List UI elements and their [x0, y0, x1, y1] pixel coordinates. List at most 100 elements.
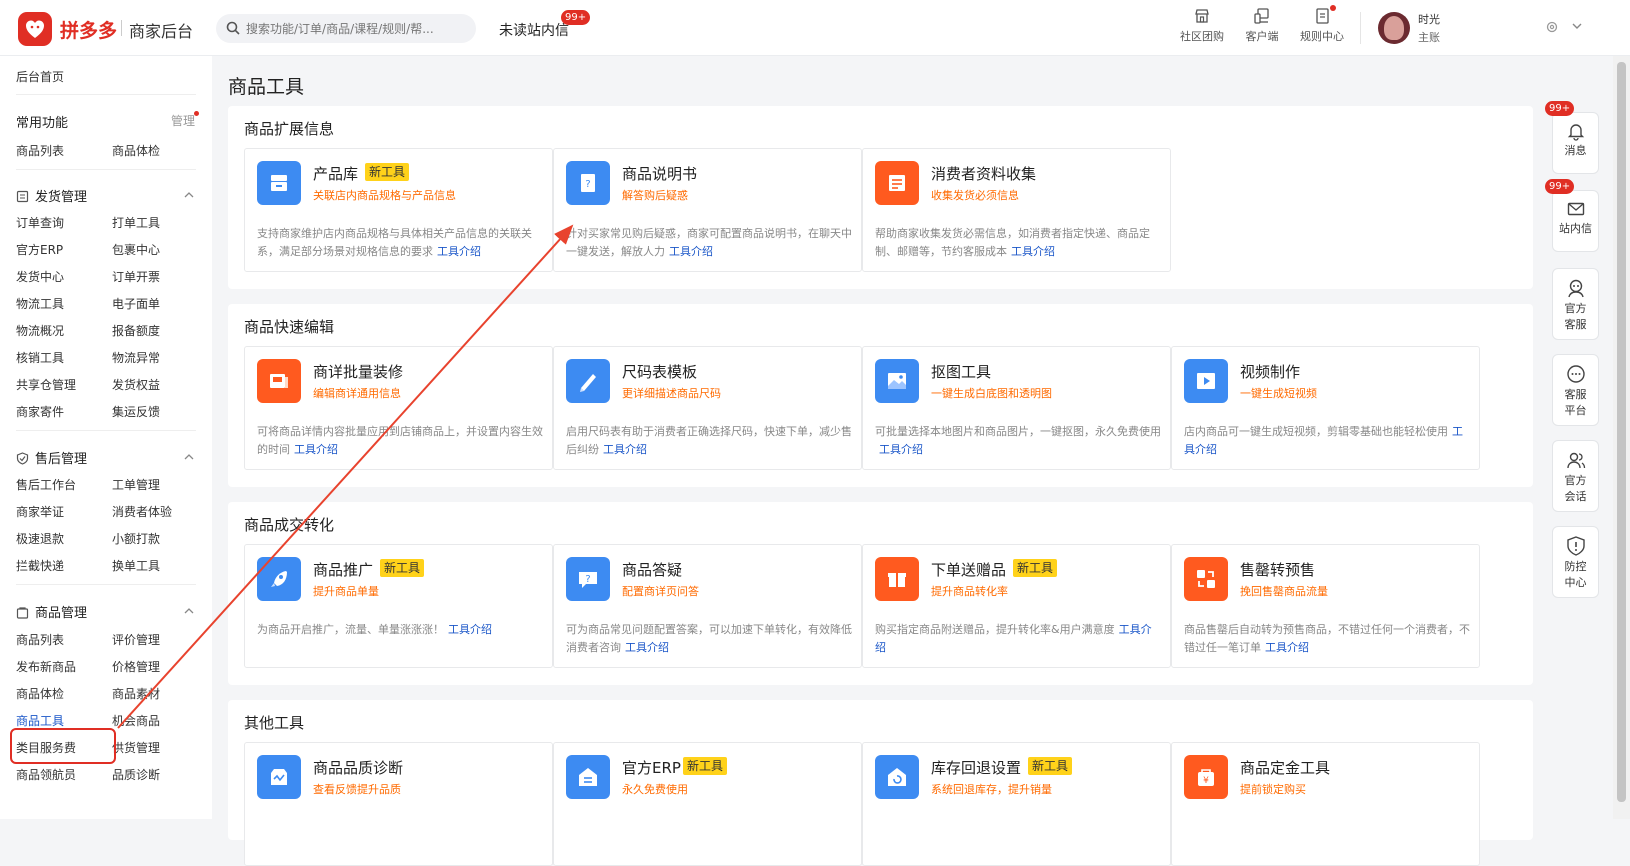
community-group-link[interactable]: 社区团购	[1172, 7, 1232, 44]
tool-intro-link[interactable]: 工具介绍	[603, 443, 647, 456]
sidebar-item[interactable]: 商品领航员	[16, 766, 76, 783]
official-service-button[interactable]: 官方客服	[1552, 268, 1599, 340]
section-after-sales-title[interactable]: 售后管理	[16, 448, 87, 467]
tool-name: 下单送赠品	[931, 561, 1007, 579]
sidebar-item[interactable]: 共享仓管理	[16, 376, 76, 393]
section-shipping-title[interactable]: 发货管理	[16, 186, 87, 205]
messages-button[interactable]: 99+ 消息	[1545, 101, 1599, 174]
tool-card-product-library[interactable]: 产品库 新工具 关联店内商品规格与产品信息 支持商家维护店内商品规格与具体相关产…	[244, 148, 553, 272]
sidebar-item[interactable]: 商家寄件	[16, 403, 64, 420]
tool-card-cutout[interactable]: 抠图工具 一键生成白底图和透明图 可批量选择本地图片和商品图片，一键抠图，永久免…	[862, 346, 1171, 470]
sidebar-item[interactable]: 集运反馈	[112, 403, 160, 420]
tool-name: 抠图工具	[931, 363, 992, 381]
sidebar-item[interactable]: 订单查询	[16, 214, 64, 231]
sidebar-item[interactable]: 电子面单	[112, 295, 160, 312]
sidebar-item[interactable]: 消费者体验	[112, 503, 172, 520]
chevron-up-icon[interactable]	[184, 190, 194, 200]
sidebar-item[interactable]: 商家举证	[16, 503, 64, 520]
tool-card-stock-return[interactable]: 库存回退设置 新工具 系统回退库存，提升销量	[862, 742, 1171, 866]
sidebar-item[interactable]: 打单工具	[112, 214, 160, 231]
user-name[interactable]: 时光	[1418, 11, 1440, 27]
scrollbar[interactable]	[1613, 56, 1630, 819]
tool-description: 商品售罄后自动转为预售商品，不错过任何一个消费者，不错过任一笔订单 工具介绍	[1184, 621, 1471, 657]
unread-messages-link[interactable]: 未读站内信	[499, 20, 569, 40]
avatar[interactable]	[1378, 12, 1410, 44]
brand-name[interactable]: 拼多多	[60, 16, 117, 43]
sidebar-home-link[interactable]: 后台首页	[16, 68, 64, 85]
sidebar-item[interactable]: 发布新商品	[16, 658, 76, 675]
sidebar-item[interactable]: 商品体检	[112, 142, 160, 159]
search-input[interactable]	[246, 18, 470, 39]
chevron-down-icon[interactable]	[1571, 20, 1583, 32]
search-box[interactable]	[216, 14, 476, 43]
tool-intro-link[interactable]: 工具介绍	[294, 443, 338, 456]
tool-card-deposit[interactable]: ¥ 商品定金工具 提前锁定购买	[1171, 742, 1480, 866]
sidebar-item[interactable]: 工单管理	[112, 476, 160, 493]
sidebar-item[interactable]: 发货中心	[16, 268, 64, 285]
rules-center-link[interactable]: 规则中心	[1292, 7, 1352, 44]
tool-card-promotion[interactable]: 商品推广 新工具 提升商品单量 为商品开启推广，流量、单量涨涨涨！ 工具介绍	[244, 544, 553, 668]
sidebar-item[interactable]: 报备额度	[112, 322, 160, 339]
sidebar-item[interactable]: 价格管理	[112, 658, 160, 675]
tool-intro-link[interactable]: 工具介绍	[625, 641, 669, 654]
tool-card-official-erp[interactable]: 官方ERP 新工具 永久免费使用	[553, 742, 862, 866]
tool-card-qa[interactable]: ? 商品答疑 配置商详页问答 可为商品常见问题配置答案，可以加速下单转化，有效降…	[553, 544, 862, 668]
section-product-title[interactable]: 商品管理	[16, 602, 87, 621]
tool-intro-link[interactable]: 工具介绍	[437, 245, 481, 258]
tool-description: 购买指定商品附送赠品，提升转化率&用户满意度 工具介绍	[875, 621, 1162, 657]
sidebar-item-product-tools[interactable]: 商品工具	[16, 712, 64, 729]
tool-intro-link[interactable]: 工具介绍	[879, 443, 923, 456]
tool-name: 商品说明书	[622, 165, 698, 183]
tool-description: 店内商品可一键生成短视频，剪辑零基础也能轻松使用 工具介绍	[1184, 423, 1471, 459]
sidebar-item[interactable]: 物流工具	[16, 295, 64, 312]
tool-card-size-chart[interactable]: 尺码表模板 更详细描述商品尺码 启用尺码表有助于消费者正确选择尺码，快速下单，减…	[553, 346, 862, 470]
scrollbar-thumb[interactable]	[1617, 62, 1626, 802]
sidebar-item[interactable]: 换单工具	[112, 557, 160, 574]
site-mail-button[interactable]: 99+ 站内信	[1545, 179, 1599, 252]
sidebar-item[interactable]: 拦截快递	[16, 557, 64, 574]
pinduoduo-logo-icon[interactable]	[18, 12, 52, 46]
sidebar-item[interactable]: 官方ERP	[16, 241, 63, 258]
tool-card-detail-decoration[interactable]: 商详批量装修 编辑商详通用信息 可将商品详情内容批量应用到店铺商品上，并设置内容…	[244, 346, 553, 470]
service-platform-button[interactable]: 客服平台	[1552, 354, 1599, 426]
client-app-label: 客户端	[1245, 30, 1279, 43]
sidebar-item[interactable]: 商品体检	[16, 685, 64, 702]
sidebar-item[interactable]: 商品素材	[112, 685, 160, 702]
sidebar-item[interactable]: 物流概况	[16, 322, 64, 339]
tool-intro-link[interactable]: 工具介绍	[1265, 641, 1309, 654]
official-chat-button[interactable]: 官方会话	[1552, 440, 1599, 512]
settings-icon[interactable]	[1545, 20, 1559, 34]
tool-intro-link[interactable]: 工具介绍	[1011, 245, 1055, 258]
manage-common-button[interactable]: 管理	[171, 112, 195, 129]
tool-card-quality-diagnosis[interactable]: 商品品质诊断 查看反馈提升品质	[244, 742, 553, 866]
tool-description: 针对买家常见购后疑惑，商家可配置商品说明书，在聊天中一键发送，解放人力 工具介绍	[566, 225, 853, 261]
sidebar-item[interactable]: 品质诊断	[112, 766, 160, 783]
tool-card-product-manual[interactable]: ? 商品说明书 解答购后疑惑 针对买家常见购后疑惑，商家可配置商品说明书，在聊天…	[553, 148, 862, 272]
sidebar-item[interactable]: 订单开票	[112, 268, 160, 285]
sidebar-item[interactable]: 售后工作台	[16, 476, 76, 493]
sidebar-item[interactable]: 商品列表	[16, 631, 64, 648]
sidebar-item[interactable]: 商品列表	[16, 142, 64, 159]
tool-card-video[interactable]: 视频制作 一键生成短视频 店内商品可一键生成短视频，剪辑零基础也能轻松使用 工具介…	[1171, 346, 1480, 470]
tool-card-presale[interactable]: 售罄转预售 挽回售罄商品流量 商品售罄后自动转为预售商品，不错过任何一个消费者，…	[1171, 544, 1480, 668]
sidebar-item[interactable]: 极速退款	[16, 530, 64, 547]
tool-intro-link[interactable]: 工具介绍	[448, 623, 492, 636]
sidebar-item[interactable]: 机会商品	[112, 712, 160, 729]
sidebar-item[interactable]: 小额打款	[112, 530, 160, 547]
chevron-up-icon[interactable]	[184, 452, 194, 462]
tool-card-gift[interactable]: 下单送赠品 新工具 提升商品转化率 购买指定商品附送赠品，提升转化率&用户满意度…	[862, 544, 1171, 668]
risk-control-button[interactable]: 防控中心	[1552, 526, 1599, 598]
sidebar-item[interactable]: 包裹中心	[112, 241, 160, 258]
sidebar-item[interactable]: 供货管理	[112, 739, 160, 756]
tool-card-consumer-info[interactable]: 消费者资料收集 收集发货必须信息 帮助商家收集发货必需信息，如消费者指定快递、商…	[862, 148, 1171, 272]
service-platform-label: 客服平台	[1564, 388, 1587, 417]
sidebar-item[interactable]: 发货权益	[112, 376, 160, 393]
client-app-link[interactable]: 客户端	[1232, 7, 1292, 44]
tool-intro-link[interactable]: 工具介绍	[669, 245, 713, 258]
sidebar-item[interactable]: 核销工具	[16, 349, 64, 366]
sidebar-item[interactable]: 评价管理	[112, 631, 160, 648]
tool-name: 商品品质诊断	[313, 759, 404, 777]
sidebar-item[interactable]: 物流异常	[112, 349, 160, 366]
tool-subtitle: 更详细描述商品尺码	[622, 387, 721, 400]
chevron-up-icon[interactable]	[184, 606, 194, 616]
